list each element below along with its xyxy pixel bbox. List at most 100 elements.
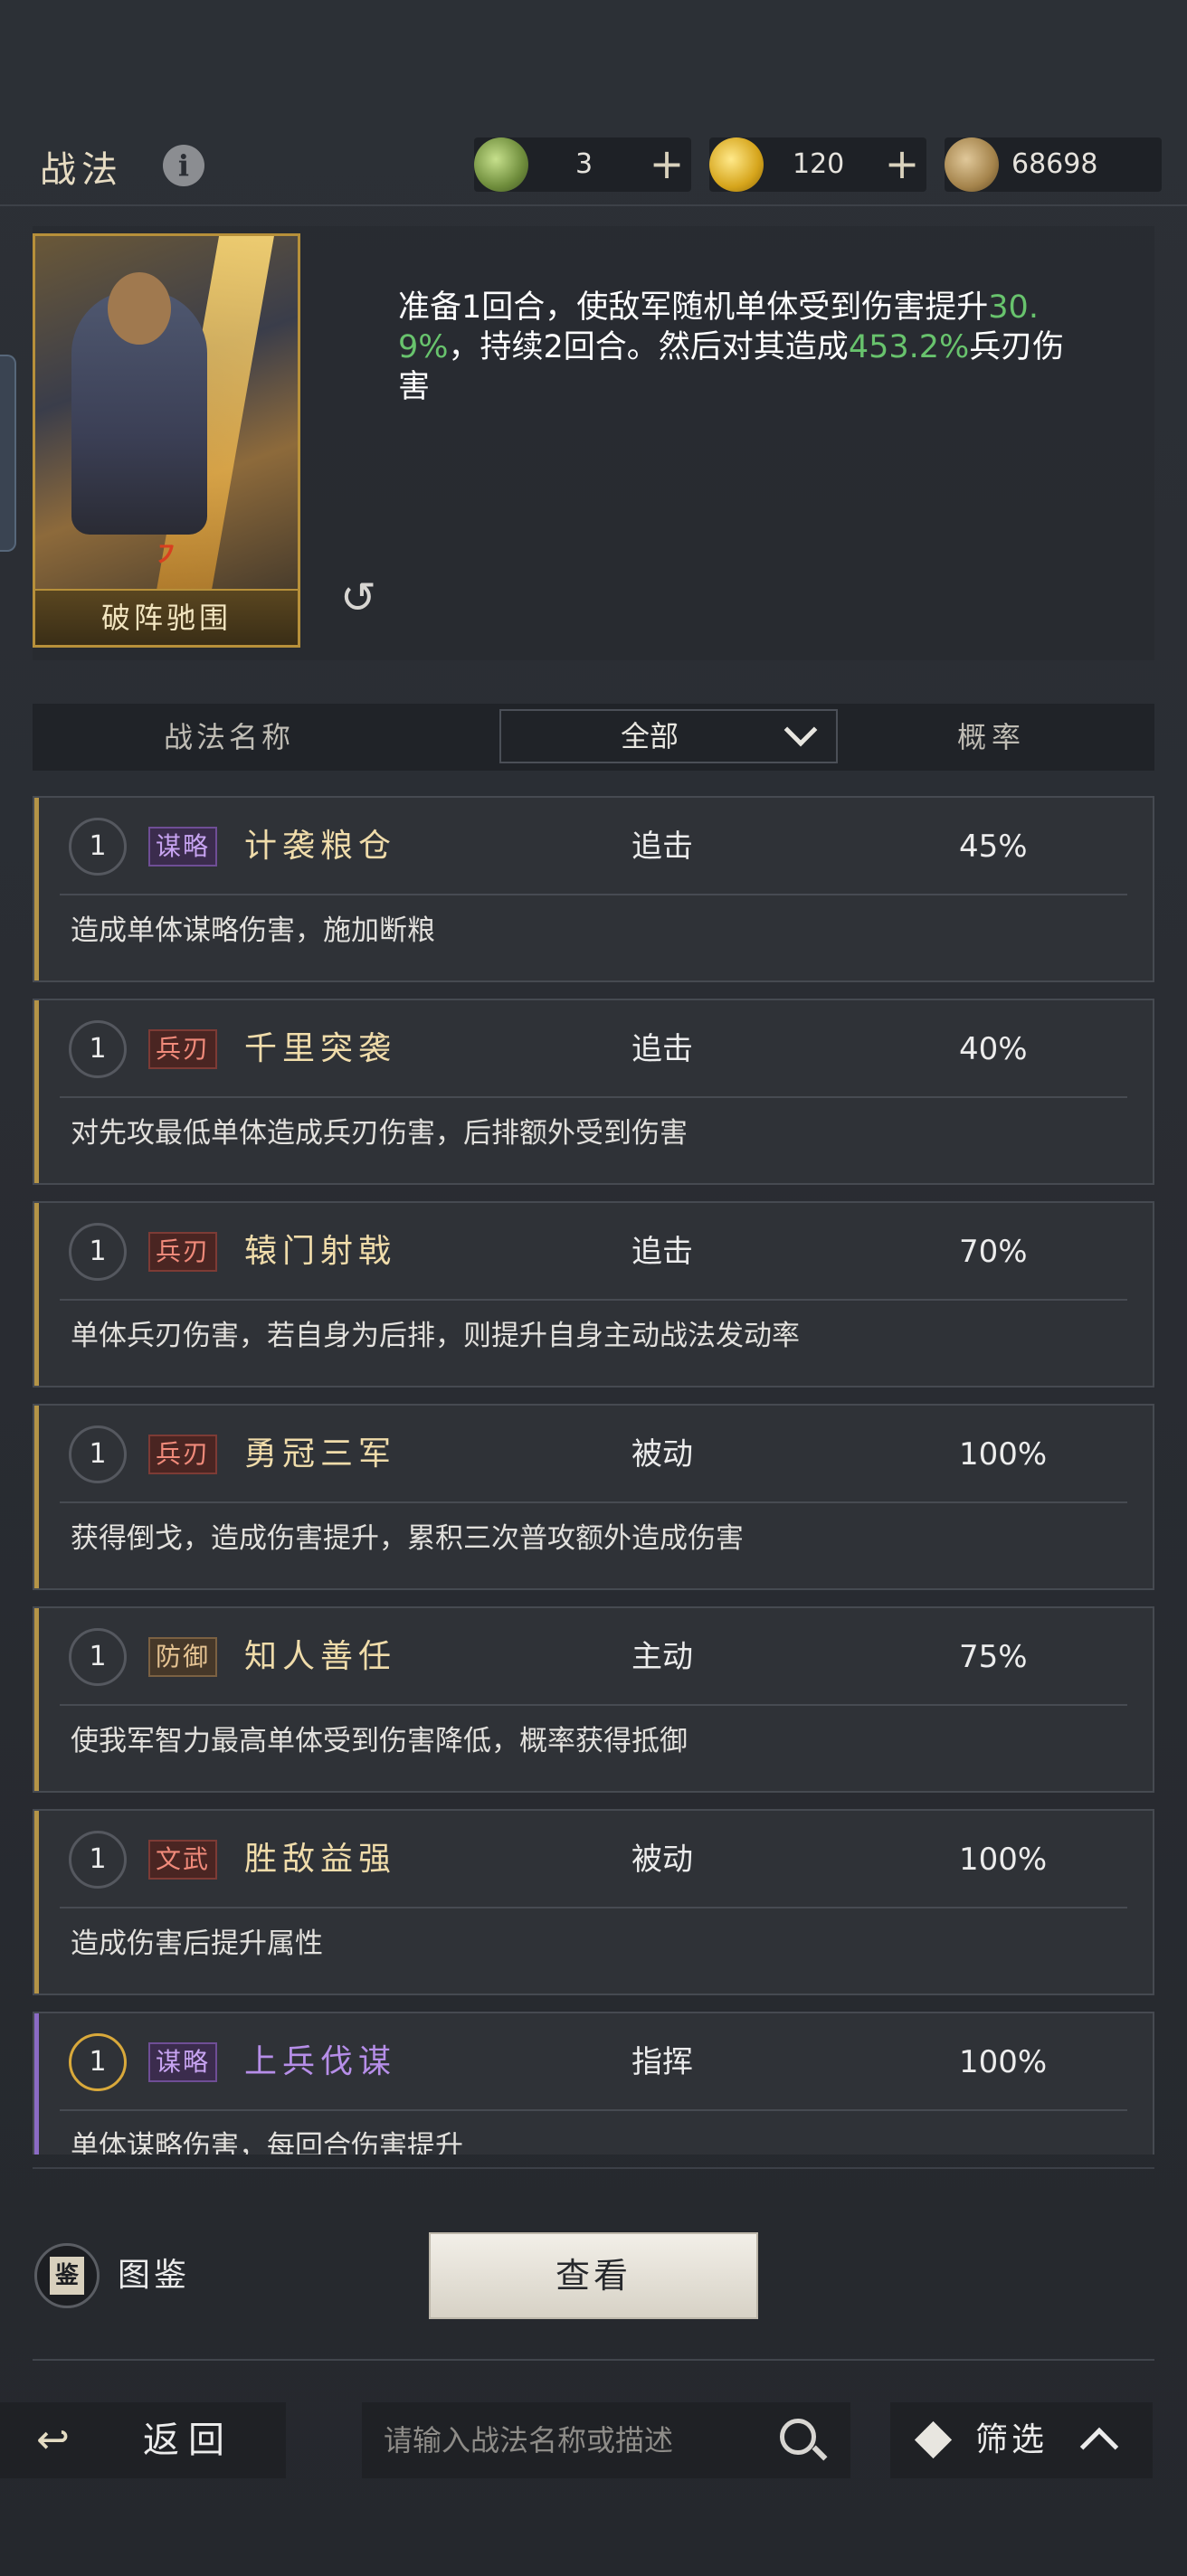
tactic-level: 1 [69, 1425, 127, 1483]
add-gold-button[interactable]: + [881, 137, 923, 192]
row-accent [34, 1000, 39, 1183]
tactic-row-description: 造成单体谋略伤害，施加断粮 [71, 914, 435, 947]
row-accent [34, 1406, 39, 1588]
tactic-rate: 70% [959, 1234, 1028, 1270]
tactic-type: 追击 [631, 1031, 693, 1067]
tactic-tag: 文武 [148, 1840, 218, 1880]
tactic-level: 1 [69, 1831, 127, 1889]
list-column-header: 战法名称 全部 概率 [33, 704, 1154, 771]
tactic-level: 1 [69, 1020, 127, 1078]
tactic-type: 被动 [631, 1842, 693, 1878]
resource-jade-value: 3 [575, 148, 594, 180]
back-button[interactable]: ↩ 返回 [0, 2402, 286, 2478]
row-divider [60, 1096, 1127, 1098]
tactic-tag: 防御 [148, 1637, 218, 1677]
filter-icon [914, 2420, 953, 2459]
tactic-row-description: 对先攻最低单体造成兵刃伤害，后排额外受到伤害 [71, 1117, 688, 1150]
tactic-type: 主动 [631, 1639, 693, 1675]
type-filter-value: 全部 [621, 719, 679, 753]
row-divider [60, 1299, 1127, 1301]
add-jade-button[interactable]: + [646, 137, 688, 192]
back-label: 返回 [143, 2420, 233, 2461]
tactic-tag: 兵刃 [148, 1435, 218, 1474]
row-accent [34, 1811, 39, 1994]
resource-jade: 3 + [474, 137, 691, 192]
codex-icon[interactable]: 鉴 [34, 2243, 100, 2308]
resource-copper: 68698 [945, 137, 1162, 192]
tactic-rate: 45% [959, 829, 1028, 865]
column-name-label: 战法名称 [164, 720, 295, 754]
column-rate-label: 概率 [957, 720, 1027, 754]
tactic-row[interactable]: 1 防御 知人善任 主动 75% 使我军智力最高单体受到伤害降低，概率获得抵御 [33, 1606, 1154, 1793]
tactic-row[interactable]: 1 兵刃 千里突袭 追击 40% 对先攻最低单体造成兵刃伤害，后排额外受到伤害 [33, 999, 1154, 1185]
tactic-type: 指挥 [631, 2044, 693, 2080]
search-icon[interactable] [780, 2419, 816, 2455]
tactic-row[interactable]: 1 兵刃 勇冠三军 被动 100% 获得倒戈，造成伤害提升，累积三次普攻额外造成… [33, 1404, 1154, 1590]
tactic-name: 千里突袭 [244, 1030, 397, 1067]
row-divider [60, 1501, 1127, 1503]
view-button[interactable]: 查看 [429, 2232, 758, 2319]
tactic-name: 知人善任 [244, 1638, 397, 1675]
tactic-rate: 100% [959, 1436, 1048, 1473]
tactic-type: 追击 [631, 829, 693, 865]
tactic-level: 1 [69, 818, 127, 876]
tactic-list[interactable]: 1 谋略 计袭粮仓 追击 45% 造成单体谋略伤害，施加断粮 1 兵刃 千里突袭… [33, 796, 1154, 2155]
footer-divider [33, 2359, 1154, 2361]
tactic-name: 辕门射戟 [244, 1233, 397, 1270]
gold-coin-icon [709, 137, 764, 192]
tactic-tag: 谋略 [148, 2042, 218, 2082]
tactic-name: 上兵伐谋 [244, 2043, 397, 2080]
tactic-rate: 75% [959, 1639, 1028, 1675]
tactic-row[interactable]: 1 兵刃 辕门射戟 追击 70% 单体兵刃伤害，若自身为后排，则提升自身主动战法… [33, 1201, 1154, 1387]
tactic-name: 计袭粮仓 [244, 828, 397, 865]
type-filter-dropdown[interactable]: 全部 [499, 709, 838, 763]
tactic-type: 追击 [631, 1234, 693, 1270]
tactic-row-description: 获得倒戈，造成伤害提升，累积三次普攻额外造成伤害 [71, 1522, 744, 1555]
tactic-rate: 100% [959, 2044, 1048, 2080]
copper-coin-icon [945, 137, 999, 192]
chevron-up-icon [1079, 2427, 1119, 2467]
row-accent [34, 798, 39, 980]
tactic-row-description: 单体兵刃伤害，若自身为后排，则提升自身主动战法发动率 [71, 1320, 800, 1352]
tactic-row-description: 单体谋略伤害，每回合伤害提升 [71, 2130, 463, 2155]
refresh-icon[interactable]: ↺ [335, 574, 382, 621]
tactic-row[interactable]: 1 谋略 计袭粮仓 追击 45% 造成单体谋略伤害，施加断粮 [33, 796, 1154, 982]
tactic-row[interactable]: 1 谋略 上兵伐谋 指挥 100% 单体谋略伤害，每回合伤害提升 [33, 2012, 1154, 2155]
side-tab[interactable] [0, 355, 16, 552]
info-icon[interactable]: i [163, 145, 204, 186]
page-title: 战法 [40, 149, 123, 191]
list-bottom-divider [33, 2167, 1154, 2169]
resource-gold-value: 120 [793, 148, 845, 180]
row-divider [60, 1907, 1127, 1908]
tactic-name: 胜敌益强 [244, 1841, 397, 1878]
codex-glyph: 鉴 [50, 2257, 84, 2295]
row-divider [60, 2109, 1127, 2111]
codex-label[interactable]: 图鉴 [118, 2252, 190, 2299]
resource-gold: 120 + [709, 137, 926, 192]
filter-button[interactable]: 筛选 [890, 2402, 1153, 2478]
tactic-level: 1 [69, 2033, 127, 2091]
row-accent [34, 2013, 39, 2155]
tactic-rate: 100% [959, 1842, 1048, 1878]
tactic-name: 勇冠三军 [244, 1435, 397, 1473]
card-rank-icon: ㇇ [153, 540, 180, 572]
back-arrow-icon: ↩ [36, 2417, 70, 2463]
search-input[interactable] [384, 2415, 764, 2466]
chevron-down-icon [783, 713, 818, 747]
card-art-head [108, 272, 171, 345]
tactic-row-description: 使我军智力最高单体受到伤害降低，概率获得抵御 [71, 1725, 688, 1757]
tactic-level: 1 [69, 1223, 127, 1281]
resource-copper-value: 68698 [1011, 148, 1098, 180]
tactic-row[interactable]: 1 文武 胜敌益强 被动 100% 造成伤害后提升属性 [33, 1809, 1154, 1995]
filter-label: 筛选 [975, 2421, 1049, 2458]
tactic-rate: 40% [959, 1031, 1028, 1067]
tactic-card[interactable]: ㇇ 破阵驰围 [33, 233, 300, 648]
row-accent [34, 1608, 39, 1791]
row-accent [34, 1203, 39, 1386]
tactic-description: 准备1回合，使敌军随机单体受到伤害提升30.9%，持续2回合。然后对其造成453… [398, 289, 1065, 405]
tactic-level: 1 [69, 1628, 127, 1686]
search-bar[interactable] [362, 2402, 850, 2478]
row-divider [60, 1704, 1127, 1706]
tactic-row-description: 造成伤害后提升属性 [71, 1927, 323, 1960]
jade-coin-icon [474, 137, 528, 192]
